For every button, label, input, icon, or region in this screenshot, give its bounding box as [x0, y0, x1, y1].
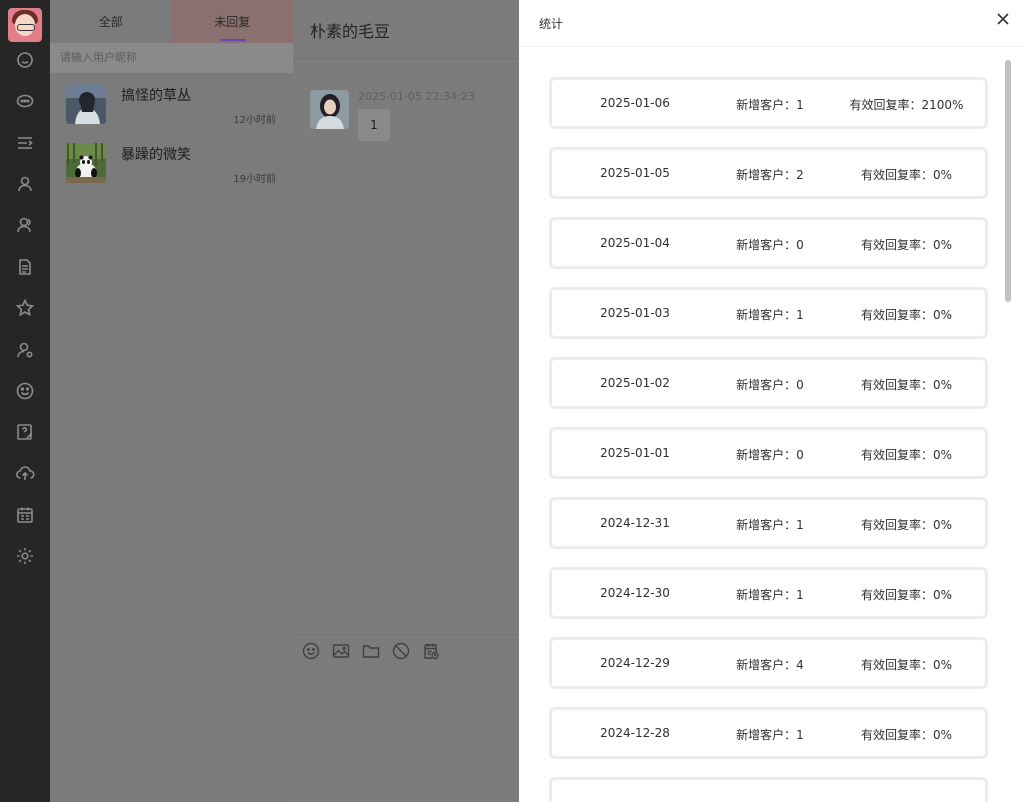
- stat-reply-rate: 有效回复率：0%: [860, 588, 953, 602]
- statistics-modal: 统计 2025-01-06 新增客户：1 有效回复率：2100% 2025-01…: [519, 0, 1024, 802]
- stat-new-customers: 新增客户：0: [736, 378, 804, 392]
- stat-new-customers: 新增客户：1: [736, 518, 804, 532]
- star-icon[interactable]: [12, 295, 38, 321]
- stat-row-partial: [549, 777, 988, 802]
- stat-reply-rate: 有效回复率：0%: [860, 448, 953, 462]
- stat-row: 2025-01-06 新增客户：1 有效回复率：2100%: [549, 77, 988, 129]
- stat-new-customers: 新增客户：1: [736, 728, 804, 742]
- message-text: 1: [370, 118, 378, 132]
- contact-time: 12小时前: [233, 115, 276, 126]
- search-input[interactable]: [50, 43, 293, 73]
- stat-date: 2025-01-06: [600, 96, 670, 110]
- smile-icon[interactable]: [12, 47, 38, 73]
- modal-scrollbar[interactable]: [1005, 60, 1011, 302]
- contact-avatar: [66, 84, 106, 124]
- stat-date: 2024-12-31: [600, 516, 670, 530]
- stat-new-customers: 新增客户：0: [736, 238, 804, 252]
- stat-date: 2025-01-02: [600, 376, 670, 390]
- close-button[interactable]: [995, 11, 1011, 27]
- emoji-icon[interactable]: [12, 378, 38, 404]
- block-icon[interactable]: [392, 642, 412, 662]
- active-tab-indicator: [219, 39, 246, 41]
- tab-unreplied-label: 未回复: [214, 15, 251, 29]
- chat-title: 朴素的毛豆: [310, 22, 391, 41]
- contact-tabs: 全部 未回复: [50, 0, 293, 43]
- gear-icon[interactable]: [12, 543, 38, 569]
- folder-icon[interactable]: [362, 642, 382, 662]
- tab-unreplied[interactable]: 未回复: [171, 0, 293, 43]
- stat-row: 2024-12-29 新增客户：4 有效回复率：0%: [549, 637, 988, 689]
- stat-row: 2024-12-30 新增客户：1 有效回复率：0%: [549, 567, 988, 619]
- modal-title: 统计: [539, 17, 564, 31]
- stat-reply-rate: 有效回复率：0%: [860, 168, 953, 182]
- chat-bubbles-icon[interactable]: [12, 88, 38, 114]
- users-icon[interactable]: [12, 212, 38, 238]
- modal-header-divider: [519, 46, 1024, 47]
- stat-reply-rate: 有效回复率：0%: [860, 238, 953, 252]
- contact-panel: 全部 未回复 搞怪的草丛 12小时前: [50, 0, 293, 802]
- stat-date: 2024-12-29: [600, 656, 670, 670]
- message-avatar: [310, 90, 349, 129]
- stat-date: 2024-12-28: [600, 726, 670, 740]
- contact-item[interactable]: 暴躁的微笑 19小时前: [50, 132, 293, 190]
- cloud-upload-icon[interactable]: [12, 460, 38, 486]
- list-indent-icon[interactable]: [12, 130, 38, 156]
- stat-reply-rate: 有效回复率：0%: [860, 378, 953, 392]
- stat-row: 2025-01-05 新增客户：2 有效回复率：0%: [549, 147, 988, 199]
- stat-row: 2025-01-04 新增客户：0 有效回复率：0%: [549, 217, 988, 269]
- stat-new-customers: 新增客户：1: [736, 98, 804, 112]
- stat-reply-rate: 有效回复率：0%: [860, 728, 953, 742]
- tab-all-label: 全部: [98, 15, 123, 29]
- stat-row: 2024-12-28 新增客户：1 有效回复率：0%: [549, 707, 988, 759]
- stat-date: 2025-01-05: [600, 166, 670, 180]
- stat-row: 2025-01-01 新增客户：0 有效回复率：0%: [549, 427, 988, 479]
- emoji-icon[interactable]: [302, 642, 322, 662]
- help-edit-icon[interactable]: [12, 419, 38, 445]
- contact-time: 19小时前: [233, 174, 276, 185]
- stat-new-customers: 新增客户：0: [736, 448, 804, 462]
- stat-reply-rate: 有效回复率：2100%: [849, 98, 964, 112]
- stat-date: 2024-12-30: [600, 586, 670, 600]
- stat-row: 2025-01-02 新增客户：0 有效回复率：0%: [549, 357, 988, 409]
- message-bubble: 1: [358, 109, 390, 141]
- stat-row: 2025-01-03 新增客户：1 有效回复率：0%: [549, 287, 988, 339]
- calendar-list-icon[interactable]: [12, 502, 38, 528]
- user-settings-icon[interactable]: [12, 337, 38, 363]
- stat-date: 2025-01-04: [600, 236, 670, 250]
- sidebar-rail: [0, 0, 50, 802]
- contact-avatar: [66, 143, 106, 183]
- tab-all[interactable]: 全部: [50, 0, 172, 43]
- stat-new-customers: 新增客户：4: [736, 658, 804, 672]
- stat-reply-rate: 有效回复率：0%: [860, 518, 953, 532]
- stat-new-customers: 新增客户：2: [736, 168, 804, 182]
- stat-date: 2025-01-03: [600, 306, 670, 320]
- contact-name: 暴躁的微笑: [121, 147, 191, 163]
- stat-reply-rate: 有效回复率：0%: [860, 308, 953, 322]
- stat-new-customers: 新增客户：1: [736, 588, 804, 602]
- stat-row: 2024-12-31 新增客户：1 有效回复率：0%: [549, 497, 988, 549]
- message-time: 2025-01-05 22:34:23: [358, 90, 475, 103]
- stat-reply-rate: 有效回复率：0%: [860, 658, 953, 672]
- user-avatar[interactable]: [8, 8, 42, 42]
- user-icon[interactable]: [12, 171, 38, 197]
- document-icon[interactable]: [12, 254, 38, 280]
- contact-name: 搞怪的草丛: [121, 88, 191, 104]
- contact-item[interactable]: 搞怪的草丛 12小时前: [50, 73, 293, 131]
- schedule-icon[interactable]: [422, 642, 442, 662]
- image-icon[interactable]: [332, 642, 352, 662]
- stat-date: 2025-01-01: [600, 446, 670, 460]
- close-icon: [997, 13, 1009, 25]
- stat-new-customers: 新增客户：1: [736, 308, 804, 322]
